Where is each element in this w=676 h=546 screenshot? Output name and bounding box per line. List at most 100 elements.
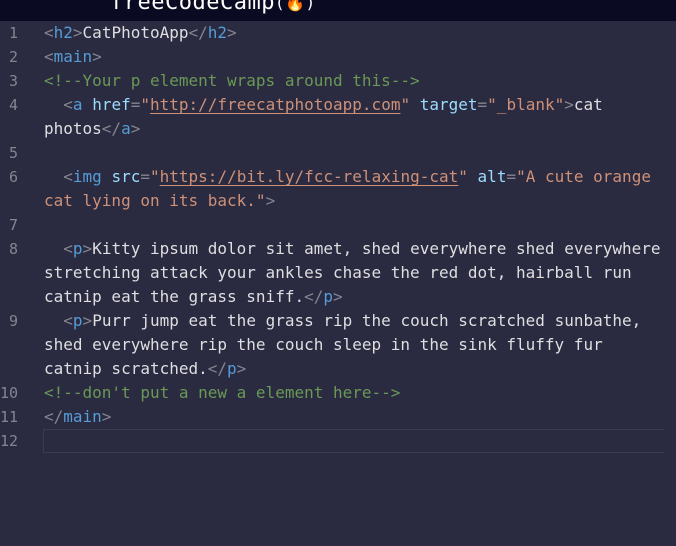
top-navbar: freeCodeCamp(🔥) bbox=[0, 0, 676, 21]
code-content[interactable]: <!--Your p element wraps around this--> bbox=[44, 69, 664, 93]
code-token-punct: < bbox=[44, 23, 54, 42]
code-token-link: http://freecatphotoapp.com bbox=[150, 95, 401, 114]
code-token-str: " bbox=[150, 167, 160, 186]
code-line[interactable]: 5 bbox=[0, 141, 676, 165]
line-number: 6 bbox=[8, 168, 18, 186]
code-token-tname: a bbox=[121, 119, 131, 138]
code-token-attr: alt bbox=[477, 167, 507, 186]
code-token-tname: h2 bbox=[53, 23, 73, 42]
code-token-tname: h2 bbox=[207, 23, 228, 42]
code-content[interactable]: <p>Purr jump eat the grass rip the couch… bbox=[44, 309, 664, 381]
code-line[interactable]: 12 bbox=[0, 429, 676, 453]
code-line[interactable]: 10 <!--don't put a new a element here--> bbox=[0, 381, 676, 405]
flame-icon: (🔥) bbox=[274, 0, 316, 12]
code-token-punct: > bbox=[236, 359, 247, 378]
code-token-attr: target bbox=[419, 95, 478, 114]
code-line[interactable]: 3 <!--Your p element wraps around this--> bbox=[0, 69, 676, 93]
line-number: 2 bbox=[8, 48, 18, 66]
code-content[interactable]: <p>Kitty ipsum dolor sit amet, shed ever… bbox=[44, 237, 664, 309]
code-token-punct: > bbox=[333, 287, 343, 306]
code-line[interactable]: 1 <h2>CatPhotoApp</h2> bbox=[0, 21, 676, 45]
code-token-punct: = bbox=[506, 167, 517, 186]
code-token-str: "_blank" bbox=[487, 95, 565, 114]
line-number: 9 bbox=[8, 312, 18, 330]
code-token-str: " bbox=[140, 95, 150, 114]
line-number: 11 bbox=[0, 408, 19, 426]
code-line[interactable]: 11 </main> bbox=[0, 405, 676, 429]
line-number: 1 bbox=[8, 24, 18, 42]
code-token-tname: main bbox=[63, 407, 102, 426]
line-number: 12 bbox=[0, 432, 19, 450]
code-token-tname: p bbox=[72, 239, 83, 258]
code-token-punct: </ bbox=[188, 23, 208, 42]
code-token-punct: < bbox=[63, 95, 73, 114]
code-content[interactable]: <main> bbox=[44, 45, 664, 69]
line-number: 3 bbox=[8, 72, 18, 90]
code-token-tname: p bbox=[323, 287, 333, 306]
code-content[interactable]: <img src="https://bit.ly/fcc-relaxing-ca… bbox=[44, 165, 664, 213]
code-content[interactable]: </main> bbox=[44, 405, 664, 429]
code-token-punct: < bbox=[44, 47, 54, 66]
code-content[interactable]: <h2>CatPhotoApp</h2> bbox=[44, 21, 664, 45]
code-token-punct: < bbox=[63, 311, 73, 330]
code-line[interactable]: 2 <main> bbox=[0, 45, 676, 69]
code-token-punct: > bbox=[265, 191, 276, 210]
code-token-tname: p bbox=[227, 359, 237, 378]
code-content[interactable]: <a href="http://freecatphotoapp.com" tar… bbox=[44, 93, 664, 141]
code-content[interactable]: <!--don't put a new a element here--> bbox=[44, 381, 664, 405]
code-token-link: https://bit.ly/fcc-relaxing-cat bbox=[159, 167, 459, 186]
freecodecamp-logo[interactable]: freeCodeCamp(🔥) bbox=[110, 0, 316, 15]
code-token-attr: src bbox=[111, 167, 141, 186]
line-number: 7 bbox=[8, 216, 18, 234]
code-token-punct: < bbox=[63, 239, 73, 258]
code-token-str: " bbox=[458, 167, 468, 186]
code-token-comment: <!--don't put a new a element here--> bbox=[44, 383, 401, 402]
code-token-tname: p bbox=[72, 311, 83, 330]
code-token-tname: a bbox=[72, 95, 83, 114]
code-token-punct: > bbox=[72, 23, 83, 42]
code-token-text: CatPhotoApp bbox=[82, 23, 189, 42]
code-token-tname: main bbox=[53, 47, 93, 66]
code-line[interactable]: 4 <a href="http://freecatphotoapp.com" t… bbox=[0, 93, 676, 141]
code-token-punct: </ bbox=[44, 407, 64, 426]
code-token-punct: > bbox=[92, 47, 102, 66]
code-token-text: Kitty ipsum dolor sit amet, shed everywh… bbox=[44, 239, 671, 306]
line-number: 8 bbox=[8, 240, 18, 258]
code-token-text: Purr jump eat the grass rip the couch sc… bbox=[44, 311, 651, 378]
code-token-punct: </ bbox=[304, 287, 324, 306]
code-token-punct: > bbox=[130, 119, 141, 138]
code-token-punct: > bbox=[227, 23, 237, 42]
code-token-punct: = bbox=[130, 95, 141, 114]
code-line[interactable]: 6 <img src="https://bit.ly/fcc-relaxing-… bbox=[0, 165, 676, 213]
code-line[interactable]: 8 <p>Kitty ipsum dolor sit amet, shed ev… bbox=[0, 237, 676, 309]
code-content[interactable] bbox=[43, 429, 664, 453]
code-token-punct: > bbox=[82, 311, 93, 330]
code-token-punct: > bbox=[564, 95, 574, 114]
code-token-tname: img bbox=[72, 167, 102, 186]
code-line[interactable]: 7 bbox=[0, 213, 676, 237]
code-token-comment: <!--Your p element wraps around this--> bbox=[44, 71, 420, 90]
code-editor[interactable]: 1 <h2>CatPhotoApp</h2> 2 <main> 3 <!--Your p … bbox=[0, 21, 676, 546]
code-token-attr: href bbox=[92, 95, 131, 114]
code-token-punct: </ bbox=[101, 119, 122, 138]
line-number: 10 bbox=[0, 384, 19, 402]
code-token-punct: < bbox=[63, 167, 73, 186]
line-number: 5 bbox=[8, 144, 18, 162]
line-number: 4 bbox=[8, 96, 18, 114]
brand-name: freeCodeCamp bbox=[110, 0, 275, 15]
code-token-punct: </ bbox=[207, 359, 228, 378]
code-token-str: " bbox=[400, 95, 411, 114]
code-token-punct: = bbox=[477, 95, 488, 114]
code-token-punct: > bbox=[82, 239, 93, 258]
code-token-punct: > bbox=[101, 407, 112, 426]
code-token-punct: = bbox=[140, 167, 150, 186]
code-line[interactable]: 9 <p>Purr jump eat the grass rip the cou… bbox=[0, 309, 676, 381]
